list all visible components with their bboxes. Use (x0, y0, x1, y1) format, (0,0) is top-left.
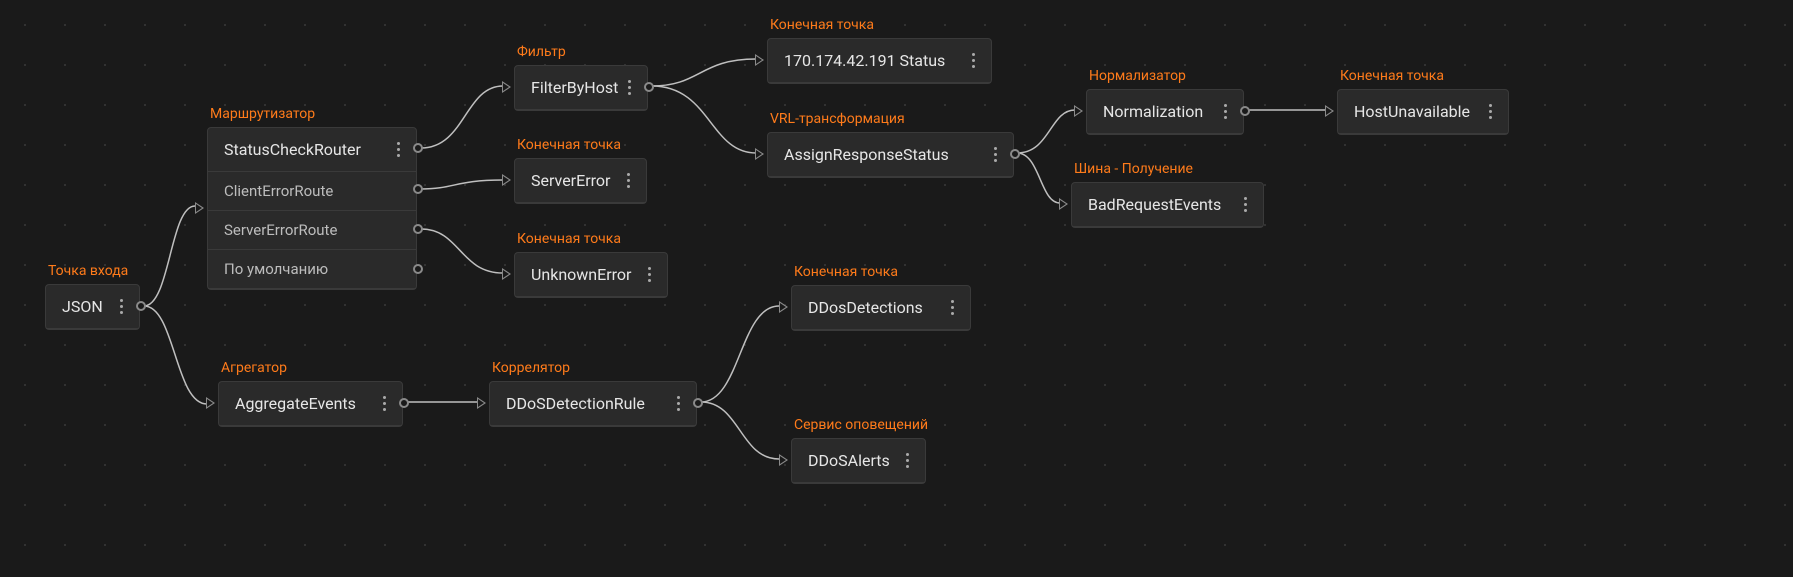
port-out[interactable] (413, 264, 423, 274)
port-in[interactable] (779, 454, 788, 466)
node-ddos-alerts[interactable]: Сервис оповещений DDoSAlerts (791, 438, 926, 484)
kebab-icon[interactable] (1485, 100, 1496, 123)
port-out[interactable] (693, 398, 703, 408)
kebab-icon[interactable] (673, 392, 684, 415)
node-type-label: Фильтр (517, 44, 566, 60)
port-out[interactable] (413, 184, 423, 194)
node-title: HostUnavailable (1354, 102, 1470, 121)
node-router[interactable]: Маршрутизатор StatusCheckRouter ClientEr… (207, 127, 417, 290)
port-out[interactable] (136, 301, 146, 311)
port-out[interactable] (413, 224, 423, 234)
port-in[interactable] (195, 202, 204, 214)
node-ip-status[interactable]: Конечная точка 170.174.42.191 Status (767, 38, 992, 84)
port-out[interactable] (1010, 149, 1020, 159)
node-title: Normalization (1103, 102, 1203, 121)
node-title: AssignResponseStatus (784, 145, 949, 164)
node-json[interactable]: Точка входа JSON (45, 284, 140, 330)
kebab-icon[interactable] (990, 143, 1001, 166)
node-title: UnknownError (531, 265, 631, 284)
node-ddos-rule[interactable]: Коррелятор DDoSDetectionRule (489, 381, 697, 427)
kebab-icon[interactable] (644, 263, 655, 286)
port-in[interactable] (477, 397, 486, 409)
kebab-icon[interactable] (1240, 193, 1251, 216)
node-type-label: Коррелятор (492, 360, 570, 376)
node-filter[interactable]: Фильтр FilterByHost (514, 65, 648, 111)
node-type-label: VRL-трансформация (770, 111, 905, 127)
route-label: ServerErrorRoute (224, 221, 337, 239)
port-in[interactable] (755, 148, 764, 160)
kebab-icon[interactable] (623, 169, 634, 192)
kebab-icon[interactable] (902, 449, 913, 472)
node-type-label: Сервис оповещений (794, 417, 928, 433)
port-out[interactable] (1240, 106, 1250, 116)
kebab-icon[interactable] (947, 296, 958, 319)
node-type-label: Маршрутизатор (210, 106, 315, 122)
node-title: FilterByHost (531, 78, 618, 97)
port-in[interactable] (502, 174, 511, 186)
node-bad-request[interactable]: Шина - Получение BadRequestEvents (1071, 182, 1264, 228)
kebab-icon[interactable] (624, 76, 635, 99)
kebab-icon[interactable] (393, 138, 404, 161)
node-type-label: Конечная точка (794, 264, 898, 280)
port-out[interactable] (399, 398, 409, 408)
node-title: ServerError (531, 171, 610, 190)
node-type-label: Конечная точка (1340, 68, 1444, 84)
port-in[interactable] (755, 54, 764, 66)
port-in[interactable] (502, 81, 511, 93)
port-out[interactable] (644, 82, 654, 92)
node-type-label: Шина - Получение (1074, 161, 1193, 177)
kebab-icon[interactable] (1220, 100, 1231, 123)
node-title: JSON (62, 297, 103, 316)
kebab-icon[interactable] (379, 392, 390, 415)
node-type-label: Конечная точка (517, 231, 621, 247)
node-host-unavailable[interactable]: Конечная точка HostUnavailable (1337, 89, 1509, 135)
node-title: BadRequestEvents (1088, 195, 1221, 214)
node-assign[interactable]: VRL-трансформация AssignResponseStatus (767, 132, 1014, 178)
route-label: ClientErrorRoute (224, 182, 333, 200)
node-aggregate[interactable]: Агрегатор AggregateEvents (218, 381, 403, 427)
port-in[interactable] (206, 397, 215, 409)
node-server-error[interactable]: Конечная точка ServerError (514, 158, 647, 204)
port-in[interactable] (1074, 105, 1083, 117)
node-title: DDoSAlerts (808, 451, 890, 470)
node-title: DDosDetections (808, 298, 923, 317)
node-title: AggregateEvents (235, 394, 356, 413)
kebab-icon[interactable] (968, 49, 979, 72)
node-unknown-error[interactable]: Конечная точка UnknownError (514, 252, 668, 298)
node-ddos-detections[interactable]: Конечная точка DDosDetections (791, 285, 971, 331)
node-type-label: Агрегатор (221, 360, 287, 376)
port-in[interactable] (1059, 198, 1068, 210)
node-title: DDoSDetectionRule (506, 394, 645, 413)
node-title: 170.174.42.191 Status (784, 51, 945, 70)
node-normalize[interactable]: Нормализатор Normalization (1086, 89, 1244, 135)
node-type-label: Точка входа (48, 263, 128, 279)
port-in[interactable] (502, 268, 511, 280)
node-title: StatusCheckRouter (224, 140, 361, 159)
port-out[interactable] (413, 143, 423, 153)
route-label: По умолчанию (224, 260, 328, 278)
port-in[interactable] (779, 301, 788, 313)
node-type-label: Конечная точка (770, 17, 874, 33)
node-type-label: Конечная точка (517, 137, 621, 153)
node-type-label: Нормализатор (1089, 68, 1186, 84)
port-in[interactable] (1325, 105, 1334, 117)
kebab-icon[interactable] (116, 295, 127, 318)
